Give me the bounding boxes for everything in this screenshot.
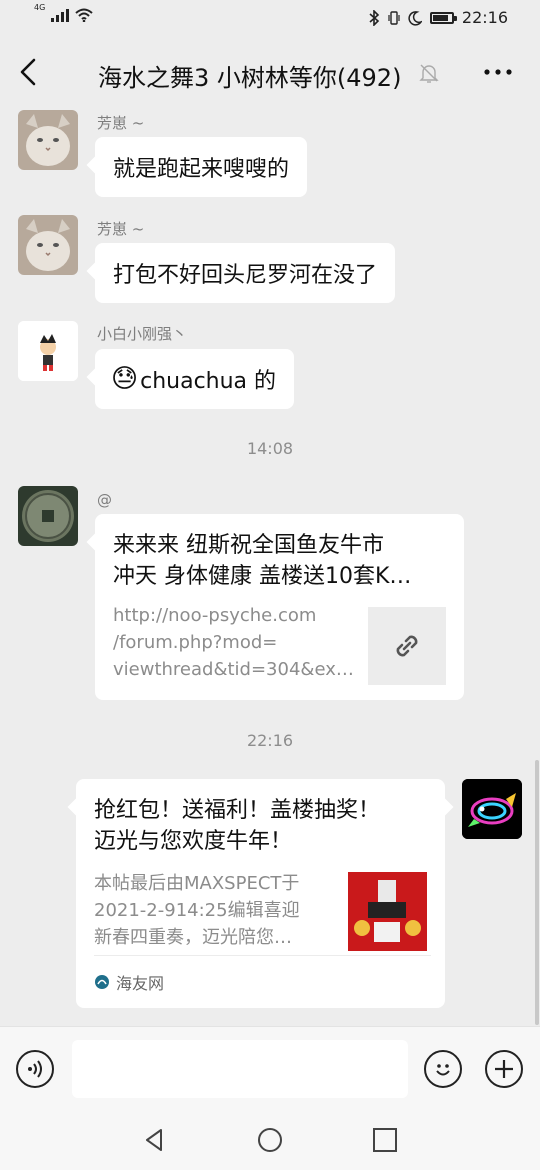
link-chain-icon	[396, 635, 418, 657]
avatar[interactable]	[18, 110, 78, 170]
add-button[interactable]	[485, 1050, 523, 1088]
sender-name: 芳崽 ~	[97, 220, 145, 238]
status-left: 4G	[34, 3, 93, 22]
vibrate-icon	[388, 10, 400, 25]
message-text: chuachua 的	[140, 369, 277, 394]
battery-icon	[429, 11, 457, 24]
avatar[interactable]	[18, 486, 78, 546]
source-name: 海友网	[116, 974, 165, 993]
chat-header: 海水之舞3 小树林等你(492)	[0, 36, 540, 110]
nav-home-circle-icon[interactable]	[256, 1126, 284, 1154]
input-bar	[0, 1026, 540, 1107]
status-time: 22:16	[461, 8, 508, 27]
sender-name: 芳崽 ~	[97, 114, 145, 132]
scrollbar[interactable]	[535, 760, 539, 1025]
sender-name: @	[97, 491, 112, 509]
status-bar: 4G 22:16	[0, 0, 540, 36]
status-right: 22:16	[368, 8, 508, 27]
link-desc-line: 新春四重奏，迈光陪您…	[94, 927, 292, 948]
sender-name: 小白小刚强丶	[97, 325, 188, 343]
cat-photo-avatar-icon	[18, 215, 78, 275]
my-avatar[interactable]	[462, 779, 522, 839]
neon-fish-avatar-icon	[462, 779, 522, 839]
link-card[interactable]: 抢红包！送福利！盖楼抽奖！ 迈光与您欢度牛年！ 本帖最后由MAXSPECT于 2…	[76, 779, 445, 1008]
mute-bell-icon	[419, 64, 439, 83]
link-title-line: 迈光与您欢度牛年！	[94, 829, 293, 854]
avatar[interactable]	[18, 215, 78, 275]
link-description: http://noo-psyche.com /forum.php?mod= vi…	[113, 602, 354, 683]
link-card[interactable]: 来来来 纽斯祝全国鱼友牛市 冲天 身体健康 盖楼送10套K… http://no…	[95, 514, 464, 700]
wifi-icon	[75, 8, 93, 22]
message-input[interactable]	[72, 1040, 408, 1098]
link-desc-line: /forum.php?mod=	[113, 632, 278, 653]
message-bubble[interactable]: 打包不好回头尼罗河在没了	[95, 243, 396, 303]
link-desc-line: http://noo-psyche.com	[113, 605, 317, 626]
smiley-icon	[436, 1064, 450, 1076]
plus-icon	[495, 1060, 513, 1078]
message-bubble[interactable]: 😓 chuachua 的	[95, 349, 295, 409]
nav-back-triangle-icon[interactable]	[141, 1126, 169, 1154]
source-logo-icon	[95, 975, 109, 989]
red-envelope-promo-icon	[348, 872, 427, 951]
network-type: 4G	[34, 3, 46, 12]
emoji-button[interactable]	[424, 1050, 462, 1088]
message-bubble[interactable]: 就是跑起来嗖嗖的	[95, 137, 308, 197]
cartoon-boy-avatar-icon	[18, 321, 78, 381]
time-separator: 14:08	[246, 439, 294, 458]
link-desc-line: 2021-2-914:25编辑喜迎	[94, 900, 300, 921]
voice-icon	[28, 1060, 42, 1078]
avatar[interactable]	[18, 321, 78, 381]
link-title-line: 抢红包！送福利！盖楼抽奖！	[94, 798, 381, 823]
time-separator: 22:16	[246, 731, 294, 750]
link-thumbnail	[348, 872, 427, 951]
chat-title: 海水之舞3 小树林等你(492)	[98, 64, 402, 92]
link-thumbnail	[368, 607, 446, 685]
link-desc-line: 本帖最后由MAXSPECT于	[94, 873, 300, 894]
link-title-line: 冲天 身体健康 盖楼送10套K…	[113, 564, 412, 589]
link-description: 本帖最后由MAXSPECT于 2021-2-914:25编辑喜迎 新春四重奏，迈…	[94, 870, 300, 951]
signal-icon	[51, 8, 70, 22]
link-desc-line: viewthread&tid=304&ex…	[113, 659, 354, 680]
back-arrow-icon[interactable]	[14, 56, 46, 88]
more-options-icon[interactable]	[482, 60, 514, 84]
coin-avatar-icon	[18, 486, 78, 546]
sweat-smile-emoji-icon: 😓	[111, 364, 139, 394]
voice-button[interactable]	[16, 1050, 54, 1088]
nav-recents-square-icon[interactable]	[371, 1126, 399, 1154]
moon-icon	[408, 10, 422, 26]
cat-photo-avatar-icon	[18, 110, 78, 170]
link-title-line: 来来来 纽斯祝全国鱼友牛市	[113, 533, 384, 558]
link-source: 海友网	[94, 955, 431, 1008]
system-nav-bar	[0, 1106, 540, 1170]
bluetooth-icon	[369, 9, 380, 26]
